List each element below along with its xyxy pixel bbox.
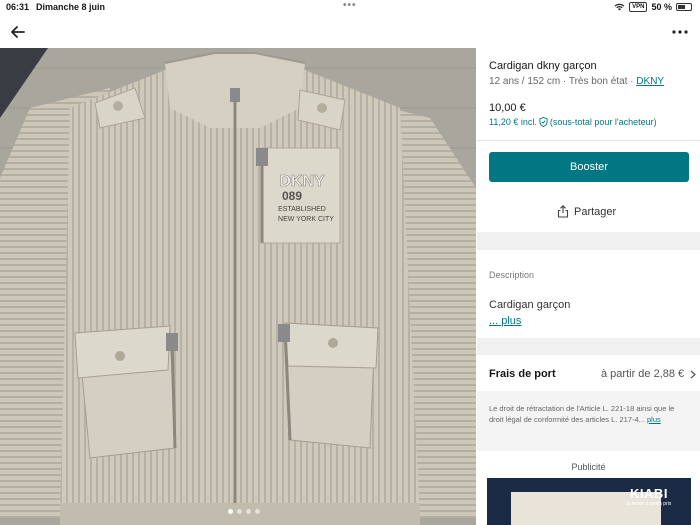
legal-notice: Le droit de rétractation de l'Article L.…	[489, 403, 689, 425]
ad-logo: KIABI la mode à petits prix	[621, 486, 677, 507]
item-price: 10,00 €	[489, 102, 526, 114]
item-photo[interactable]: DKNY 089 ESTABLISHED NEW YORK CITY	[0, 48, 476, 525]
print-line-4: NEW YORK CITY	[278, 216, 334, 223]
battery-icon	[676, 3, 692, 11]
shipping-row[interactable]: à partir de 2,88 €	[601, 368, 697, 380]
pager-dot[interactable]	[255, 509, 260, 514]
description-text: Cardigan garçon	[489, 299, 571, 311]
shipping-label: Frais de port	[489, 368, 556, 380]
price-with-fees[interactable]: 11,20 € incl. (sous-total pour l'acheteu…	[489, 117, 657, 127]
price-incl-note: (sous-total pour l'acheteur)	[549, 117, 657, 127]
section-separator	[477, 232, 700, 250]
status-time: 06:31	[6, 2, 30, 12]
item-details: 12 ans / 152 cm · Très bon état ·	[489, 76, 637, 87]
item-title: Cardigan dkny garçon	[489, 60, 597, 72]
pager-dot[interactable]	[246, 509, 251, 514]
share-label: Partager	[574, 205, 617, 218]
share-icon	[557, 205, 569, 218]
ad-tagline: la mode à petits prix	[626, 501, 672, 507]
status-bar: 06:31 Dimanche 8 juin ••• VPN 50 %	[0, 0, 700, 16]
multitasking-dots-icon[interactable]: •••	[343, 0, 357, 11]
section-separator	[477, 338, 700, 355]
item-details-panel: Cardigan dkny garçon 12 ans / 152 cm · T…	[477, 48, 700, 525]
print-line-2: 089	[282, 189, 302, 203]
brand-link[interactable]: DKNY	[636, 76, 664, 87]
wifi-icon	[614, 3, 625, 11]
more-horizontal-icon[interactable]	[670, 22, 690, 42]
shield-check-icon	[539, 117, 548, 127]
arrow-left-icon[interactable]	[8, 22, 28, 42]
vpn-badge: VPN	[629, 2, 648, 12]
chevron-right-icon	[690, 370, 697, 378]
share-button[interactable]: Partager	[557, 205, 616, 218]
description-heading: Description	[489, 270, 535, 280]
nav-bar	[0, 16, 700, 48]
booster-button[interactable]: Booster	[489, 152, 689, 182]
ad-brand: KIABI	[630, 486, 668, 501]
pager-dot[interactable]	[228, 509, 233, 514]
battery-percent: 50 %	[651, 2, 672, 12]
shipping-value: à partir de 2,88 €	[601, 368, 685, 380]
photo-pager[interactable]	[228, 509, 260, 514]
divider	[477, 140, 700, 141]
print-line-3: ESTABLISHED	[278, 206, 326, 213]
print-line-1: DKNY	[279, 173, 325, 190]
ad-banner[interactable]: KIABI la mode à petits prix	[487, 478, 691, 525]
status-indicators: VPN 50 %	[614, 2, 692, 12]
item-subtitle: 12 ans / 152 cm · Très bon état · DKNY	[489, 76, 664, 87]
price-incl-value: 11,20 € incl.	[489, 117, 537, 127]
legal-more-link[interactable]: plus	[647, 415, 661, 424]
cardigan-image: DKNY 089 ESTABLISHED NEW YORK CITY	[0, 48, 476, 525]
pager-dot[interactable]	[237, 509, 242, 514]
ad-heading: Publicité	[571, 462, 606, 472]
status-date: Dimanche 8 juin	[36, 2, 106, 12]
description-more-link[interactable]: ... plus	[489, 315, 521, 327]
